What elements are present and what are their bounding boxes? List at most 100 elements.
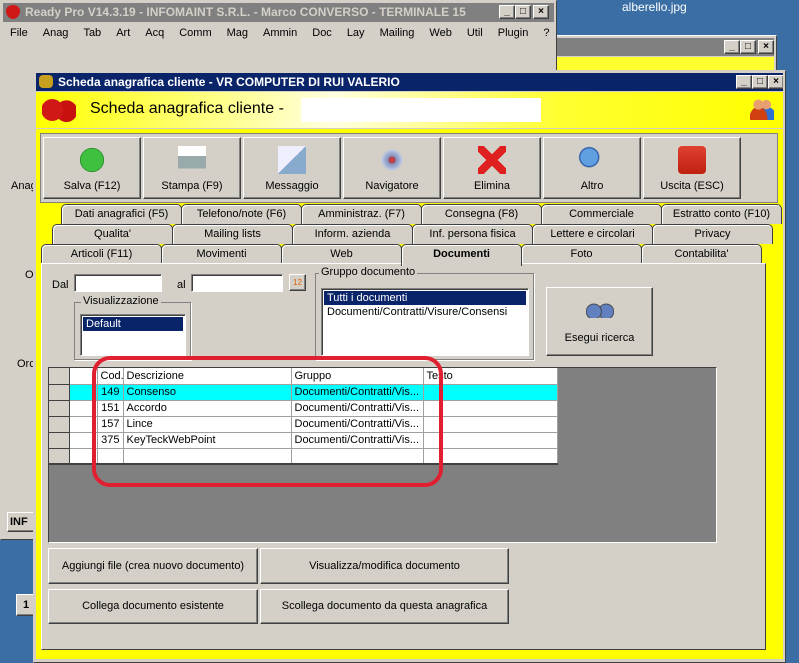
tab-dati-anagrafici-f5[interactable]: Dati anagrafici (F5) xyxy=(61,204,182,224)
menu-item[interactable]: Anag xyxy=(43,27,69,39)
tab-telefono-note-f6[interactable]: Telefono/note (F6) xyxy=(181,204,302,224)
binoculars-icon xyxy=(585,302,614,318)
column-header[interactable]: Testo xyxy=(423,368,558,385)
tab-inform-azienda[interactable]: Inform. azienda xyxy=(292,224,413,244)
tab-commerciale[interactable]: Commerciale xyxy=(541,204,662,224)
toolbar-button-altro[interactable]: Altro xyxy=(543,137,641,199)
menu-item[interactable]: Lay xyxy=(347,27,365,39)
toolbar-button-label: Messaggio xyxy=(265,180,319,192)
maximize-button[interactable]: □ xyxy=(515,5,531,19)
toolbar-button-label: Salva (F12) xyxy=(63,180,121,192)
list-item[interactable]: Default xyxy=(83,317,183,331)
tab-consegna-f8[interactable]: Consegna (F8) xyxy=(421,204,542,224)
users-icon xyxy=(39,75,53,88)
tab-foto[interactable]: Foto xyxy=(521,244,642,264)
menu-item[interactable]: Acq xyxy=(145,27,164,39)
tab-privacy[interactable]: Privacy xyxy=(652,224,773,244)
menu-item[interactable]: Tab xyxy=(83,27,101,39)
message-icon xyxy=(278,146,306,174)
dal-input[interactable] xyxy=(74,274,162,292)
gruppo-documento-list[interactable]: Tutti i documenti Documenti/Contratti/Vi… xyxy=(321,288,529,356)
menu-item[interactable]: Web xyxy=(429,27,451,39)
tab-qualita[interactable]: Qualita' xyxy=(52,224,173,244)
printer-icon xyxy=(178,146,206,174)
tab-amministraz-f7[interactable]: Amministraz. (F7) xyxy=(301,204,422,224)
check-icon xyxy=(78,146,106,174)
toolbar-button-navigatore[interactable]: Navigatore xyxy=(343,137,441,199)
power-icon xyxy=(678,146,706,174)
toolbar-button-stampa[interactable]: Stampa (F9) xyxy=(143,137,241,199)
menu-item[interactable]: File xyxy=(10,27,28,39)
menu-item[interactable]: Mailing xyxy=(380,27,415,39)
aggiungi-file-button[interactable]: Aggiungi file (crea nuovo documento) xyxy=(48,548,258,584)
menu-item[interactable]: Mag xyxy=(227,27,248,39)
tab-articoli-f11[interactable]: Articoli (F11) xyxy=(41,244,162,264)
toolbar-button-salva[interactable]: Salva (F12) xyxy=(43,137,141,199)
menu-bar: File Anag Tab Art Acq Comm Mag Ammin Doc Lay Maili… xyxy=(10,27,564,39)
menu-item[interactable]: Util xyxy=(467,27,483,39)
cell-testo xyxy=(423,384,558,401)
toolbar-button-elimina[interactable]: Elimina xyxy=(443,137,541,199)
tab-estratto-conto-f10[interactable]: Estratto conto (F10) xyxy=(661,204,782,224)
scollega-documento-button[interactable]: Scollega documento da questa anagrafica xyxy=(260,589,509,624)
row-selector[interactable] xyxy=(49,384,70,401)
minimize-button[interactable]: _ xyxy=(736,75,752,89)
row-selector-header xyxy=(49,368,70,385)
minimize-button[interactable]: _ xyxy=(724,40,740,54)
menu-item[interactable]: Art xyxy=(116,27,130,39)
cell-testo xyxy=(423,400,558,417)
gruppo-documento-label: Gruppo documento xyxy=(319,266,418,278)
toolbar-button-label: Uscita (ESC) xyxy=(660,180,724,192)
menu-item[interactable]: Comm xyxy=(179,27,211,39)
tab-inf-persona-fisica[interactable]: Inf. persona fisica xyxy=(412,224,533,244)
strawberry-icon xyxy=(6,5,20,19)
tab-mailing-lists[interactable]: Mailing lists xyxy=(172,224,293,244)
tab-documenti[interactable]: Documenti xyxy=(401,244,522,266)
dialog-header: Scheda anagrafica cliente - xyxy=(36,92,783,128)
desktop-file-label[interactable]: alberello.jpg xyxy=(622,0,687,14)
maximize-button[interactable]: □ xyxy=(740,40,756,54)
menu-item[interactable]: ? xyxy=(543,27,549,39)
close-button[interactable]: × xyxy=(758,40,774,54)
maximize-button[interactable]: □ xyxy=(752,75,768,89)
tab-web[interactable]: Web xyxy=(281,244,402,264)
red-annotation-box xyxy=(92,356,443,487)
toolbar-button-messaggio[interactable]: Messaggio xyxy=(243,137,341,199)
empty-cell xyxy=(423,448,558,465)
esegui-ricerca-label: Esegui ricerca xyxy=(564,332,635,344)
esegui-ricerca-button[interactable]: Esegui ricerca xyxy=(546,287,653,356)
dialog-title-bar[interactable]: Scheda anagrafica cliente - VR COMPUTER … xyxy=(36,73,783,91)
row-selector[interactable] xyxy=(49,400,70,417)
tab-lettere-e-circolari[interactable]: Lettere e circolari xyxy=(532,224,653,244)
al-label: al xyxy=(177,279,186,291)
compass-icon xyxy=(378,146,406,174)
calendar-icon[interactable]: 12 xyxy=(289,274,306,291)
tab-contabilita[interactable]: Contabilita' xyxy=(641,244,762,264)
visualizza-documento-button[interactable]: Visualizza/modifica documento xyxy=(260,548,509,584)
row-selector[interactable] xyxy=(49,448,70,465)
close-button[interactable]: × xyxy=(533,5,549,19)
main-title-bar[interactable]: Ready Pro V14.3.19 - INFOMAINT S.R.L. - … xyxy=(3,3,554,22)
gruppo-documento-group: Gruppo documento Tutti i documenti Docum… xyxy=(315,266,534,360)
list-item[interactable]: Tutti i documenti xyxy=(324,291,526,305)
background-window[interactable]: _ □ × xyxy=(540,35,777,75)
toolbar-button-uscita[interactable]: Uscita (ESC) xyxy=(643,137,741,199)
row-selector[interactable] xyxy=(49,416,70,433)
toolbar-button-label: Stampa (F9) xyxy=(161,180,223,192)
close-button[interactable]: × xyxy=(768,75,783,89)
main-title: Ready Pro V14.3.19 - INFOMAINT S.R.L. - … xyxy=(25,5,466,19)
menu-item[interactable]: Plugin xyxy=(498,27,529,39)
menu-item[interactable]: Doc xyxy=(312,27,332,39)
minimize-button[interactable]: _ xyxy=(499,5,515,19)
delete-icon xyxy=(478,146,506,174)
al-input[interactable] xyxy=(191,274,283,292)
toolbar-button-label: Altro xyxy=(580,180,604,192)
visualizzazione-list[interactable]: Default xyxy=(80,314,186,356)
menu-item[interactable]: Ammin xyxy=(263,27,297,39)
row-selector[interactable] xyxy=(49,432,70,449)
list-item[interactable]: Documenti/Contratti/Visure/Consensi xyxy=(324,305,526,319)
collega-documento-button[interactable]: Collega documento esistente xyxy=(48,589,258,624)
search-icon xyxy=(578,146,606,174)
tab-movimenti[interactable]: Movimenti xyxy=(161,244,282,264)
dialog-title: Scheda anagrafica cliente - VR COMPUTER … xyxy=(58,75,400,89)
